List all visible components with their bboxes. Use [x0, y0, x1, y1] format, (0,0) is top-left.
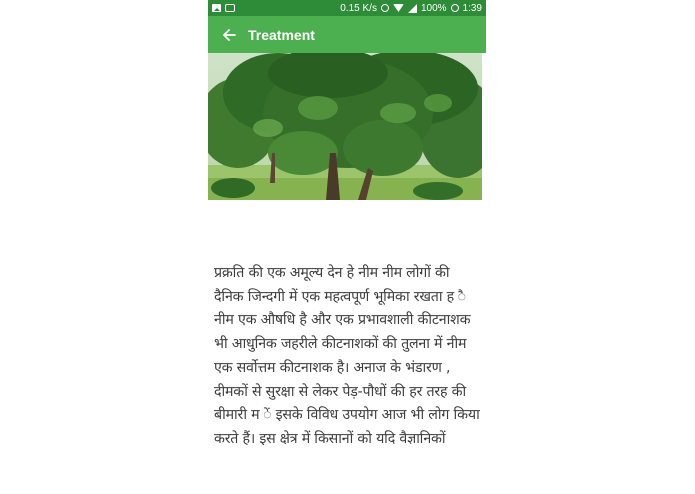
battery-percent: 100%	[420, 2, 447, 14]
image-icon	[212, 4, 221, 12]
arrow-left-icon	[223, 28, 236, 41]
page-title: Treatment	[248, 26, 315, 43]
battery-icon	[450, 4, 459, 12]
status-left	[212, 4, 235, 12]
wifi-icon	[392, 4, 404, 12]
robot-icon	[225, 4, 235, 12]
article-text: प्रक्रति की एक अमूल्य देन हे नीम नीम लोग…	[214, 265, 484, 447]
phone-screen: 0.15 K/s 100% 1:39 Treatment प्रक्रति की…	[208, 0, 486, 494]
signal-icon	[407, 3, 417, 13]
status-time: 1:39	[462, 2, 482, 14]
clock-icon	[380, 4, 389, 12]
neem-tree-image	[208, 53, 482, 200]
status-right: 0.15 K/s 100% 1:39	[340, 3, 482, 14]
app-bar: Treatment	[208, 16, 486, 53]
network-speed: 0.15 K/s	[340, 2, 377, 14]
back-button[interactable]	[220, 26, 238, 44]
status-bar: 0.15 K/s 100% 1:39	[208, 0, 486, 16]
